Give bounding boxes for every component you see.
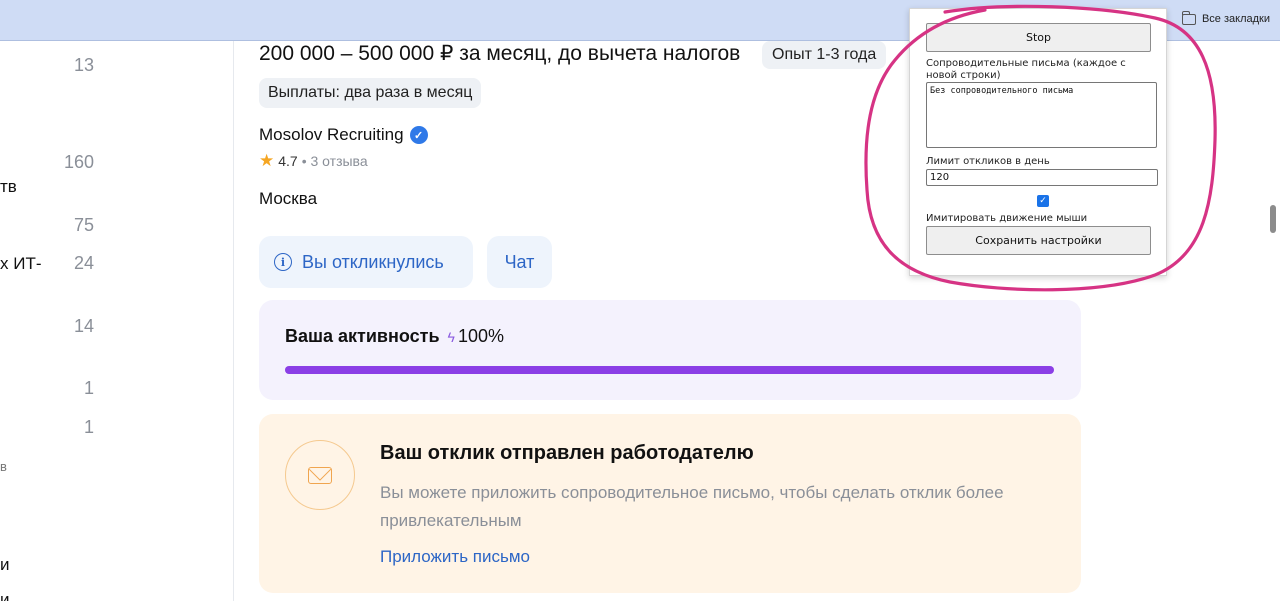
envelope-icon [308, 466, 332, 484]
experience-badge: Опыт 1-3 года [762, 41, 887, 69]
company-link[interactable]: Mosolov Recruiting ✓ [259, 125, 428, 145]
extension-popup: Stop Сопроводительные письма (каждое с н… [909, 8, 1167, 276]
filter-label-fragment[interactable]: и [0, 555, 10, 575]
star-icon: ★ [259, 151, 275, 170]
chat-button[interactable]: Чат [487, 236, 552, 288]
activity-percent-text: 100% [457, 326, 504, 346]
stop-button[interactable]: Stop [926, 23, 1151, 52]
page-scrollbar[interactable] [1266, 41, 1280, 601]
verified-icon: ✓ [409, 126, 428, 144]
company-rating[interactable]: ★ 4.7 • 3 отзыва [259, 152, 368, 169]
salary-text: 200 000 – 500 000 ₽ за месяц, до вычета … [259, 42, 741, 65]
reviews-count[interactable]: • 3 отзыва [302, 153, 368, 169]
cover-letters-textarea[interactable]: Без сопроводительного письма [926, 82, 1157, 148]
company-name[interactable]: Mosolov Recruiting [259, 125, 404, 145]
activity-heading: Ваша активность ϟ 100% [285, 326, 504, 347]
response-sent-description: Вы можете приложить сопроводительное пис… [380, 483, 1004, 530]
filter-label-fragment[interactable]: тв [0, 177, 17, 197]
filter-count: 24 [73, 253, 94, 273]
filter-count: 14 [73, 316, 94, 336]
filter-count: 1 [83, 417, 94, 437]
save-settings-button[interactable]: Сохранить настройки [926, 226, 1151, 255]
city-text: Москва [259, 189, 318, 208]
response-sent-card: Ваш отклик отправлен работодателю Вы мож… [259, 414, 1081, 593]
info-icon: i [274, 253, 292, 271]
filters-sidebar: 13 160 тв 75 х ИТ- 24 14 1 1 в и и [0, 41, 234, 601]
mouse-imitation-checkbox[interactable]: ✓ [1037, 195, 1049, 207]
responded-button[interactable]: i Вы откликнулись [259, 236, 473, 288]
all-bookmarks-button[interactable]: Все закладки [1181, 10, 1270, 25]
response-sent-title: Ваш отклик отправлен работодателю [380, 442, 754, 464]
activity-label: Ваша активность [285, 326, 440, 346]
cover-letters-label: Сопроводительные письма (каждое с новой … [926, 58, 1126, 81]
responded-label: Вы откликнулись [302, 251, 444, 272]
mouse-imitation-label: Имитировать движение мыши [926, 213, 1088, 224]
activity-percent: ϟ 100% [448, 326, 504, 347]
filter-count: 75 [73, 215, 94, 235]
activity-progress-bar [285, 366, 1054, 374]
daily-limit-label: Лимит откликов в день [926, 156, 1050, 167]
filter-count: 13 [73, 55, 94, 75]
filter-label-fragment[interactable]: и [0, 590, 10, 601]
filter-label-fragment[interactable]: х ИТ- [0, 254, 42, 274]
chat-label: Чат [504, 251, 535, 272]
filter-label-fragment[interactable]: в [0, 459, 7, 474]
folder-icon [1181, 10, 1196, 25]
scrollbar-thumb[interactable] [1270, 205, 1276, 233]
activity-progress-fill [285, 366, 1054, 374]
lightning-icon: ϟ [447, 328, 455, 345]
mail-icon-circle [285, 440, 355, 510]
filter-count: 1 [83, 378, 94, 398]
payments-badge: Выплаты: два раза в месяц [259, 78, 482, 108]
activity-card: Ваша активность ϟ 100% [259, 300, 1081, 400]
daily-limit-input[interactable] [926, 169, 1158, 186]
filter-count: 160 [63, 152, 94, 172]
attach-letter-link[interactable]: Приложить письмо [380, 547, 530, 567]
all-bookmarks-label: Все закладки [1201, 13, 1270, 25]
rating-value: 4.7 [278, 152, 298, 169]
